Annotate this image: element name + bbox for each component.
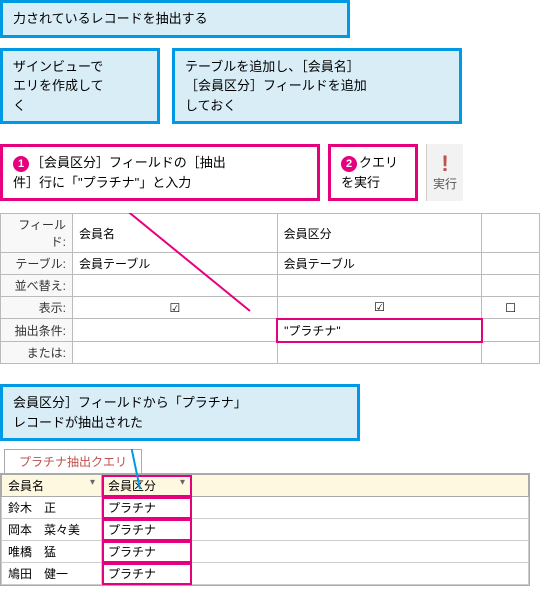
table-cell[interactable]: 会員テーブル	[277, 253, 482, 275]
table-row[interactable]: 鈴木 正 プラチナ	[2, 497, 529, 519]
cell-empty	[192, 563, 529, 585]
criteria-cell-highlighted[interactable]: "プラチナ"	[277, 319, 482, 342]
cell-kubun[interactable]: プラチナ	[102, 497, 192, 519]
table-row[interactable]: 岡本 菜々美 プラチナ	[2, 519, 529, 541]
step2-callout: 2クエリ を実行	[328, 144, 418, 201]
show-checkbox[interactable]: ☑	[73, 297, 278, 319]
or-cell[interactable]	[277, 342, 482, 364]
query-tab[interactable]: プラチナ抽出クエリ	[4, 449, 142, 473]
row-label-field: フィールド:	[1, 214, 73, 253]
dropdown-icon[interactable]: ▾	[180, 477, 185, 488]
column-header-label: 会員名	[8, 479, 44, 493]
table-row[interactable]: 唯橋 猛 プラチナ	[2, 541, 529, 563]
table-cell[interactable]	[482, 253, 540, 275]
callout-add-table: テーブルを追加し、［会員名］ ［会員区分］フィールドを追加 しておく	[172, 48, 462, 125]
callout-design-view: ザインビューで エリを作成して く	[0, 48, 160, 125]
cell-name[interactable]: 岡本 菜々美	[2, 519, 102, 541]
sort-cell[interactable]	[277, 275, 482, 297]
cell-empty	[192, 497, 529, 519]
field-cell[interactable]: 会員区分	[277, 214, 482, 253]
show-checkbox[interactable]: ☐	[482, 297, 540, 319]
cell-empty	[192, 519, 529, 541]
callout-result: 会員区分］フィールドから「プラチナ」 レコードが抽出された	[0, 384, 360, 441]
table-row[interactable]: 鳩田 健一 プラチナ	[2, 563, 529, 585]
execute-label: 実行	[433, 175, 457, 192]
row-label-show: 表示:	[1, 297, 73, 319]
sort-cell[interactable]	[482, 275, 540, 297]
sort-cell[interactable]	[73, 275, 278, 297]
callout-title: 力されているレコードを抽出する	[0, 0, 350, 38]
cell-name[interactable]: 唯橋 猛	[2, 541, 102, 563]
row-label-or: または:	[1, 342, 73, 364]
field-cell[interactable]	[482, 214, 540, 253]
query-result-table[interactable]: 会員名 ▾ 会員区分 ▾ 鈴木 正 プラチナ 岡本 菜々美 プラチナ 唯橋 猛 プラ…	[1, 474, 529, 585]
step1-callout: 1［会員区分］フィールドの［抽出 件］行に「"プラチナ"」と入力	[0, 144, 320, 201]
criteria-cell[interactable]	[73, 319, 278, 342]
field-cell[interactable]: 会員名	[73, 214, 278, 253]
row-label-table: テーブル:	[1, 253, 73, 275]
execute-button[interactable]: ! 実行	[426, 144, 463, 201]
cell-kubun[interactable]: プラチナ	[102, 519, 192, 541]
column-header-name[interactable]: 会員名 ▾	[2, 475, 102, 497]
cell-name[interactable]: 鈴木 正	[2, 497, 102, 519]
column-header-label: 会員区分	[108, 479, 156, 493]
column-header-empty	[192, 475, 529, 497]
cell-kubun[interactable]: プラチナ	[102, 563, 192, 585]
cell-empty	[192, 541, 529, 563]
step1-number-badge: 1	[13, 156, 29, 172]
dropdown-icon[interactable]: ▾	[90, 477, 95, 488]
criteria-cell[interactable]	[482, 319, 540, 342]
exclamation-icon: !	[441, 153, 448, 175]
step2-number-badge: 2	[341, 156, 357, 172]
row-label-sort: 並べ替え:	[1, 275, 73, 297]
cell-kubun[interactable]: プラチナ	[102, 541, 192, 563]
table-cell[interactable]: 会員テーブル	[73, 253, 278, 275]
column-header-kubun[interactable]: 会員区分 ▾	[102, 475, 192, 497]
step1-text: ［会員区分］フィールドの［抽出 件］行に「"プラチナ"」と入力	[13, 155, 226, 190]
show-checkbox[interactable]: ☑	[277, 297, 482, 319]
query-design-grid[interactable]: フィールド: 会員名 会員区分 テーブル: 会員テーブル 会員テーブル 並べ替え…	[0, 213, 540, 364]
or-cell[interactable]	[482, 342, 540, 364]
cell-name[interactable]: 鳩田 健一	[2, 563, 102, 585]
row-label-criteria: 抽出条件:	[1, 319, 73, 342]
or-cell[interactable]	[73, 342, 278, 364]
